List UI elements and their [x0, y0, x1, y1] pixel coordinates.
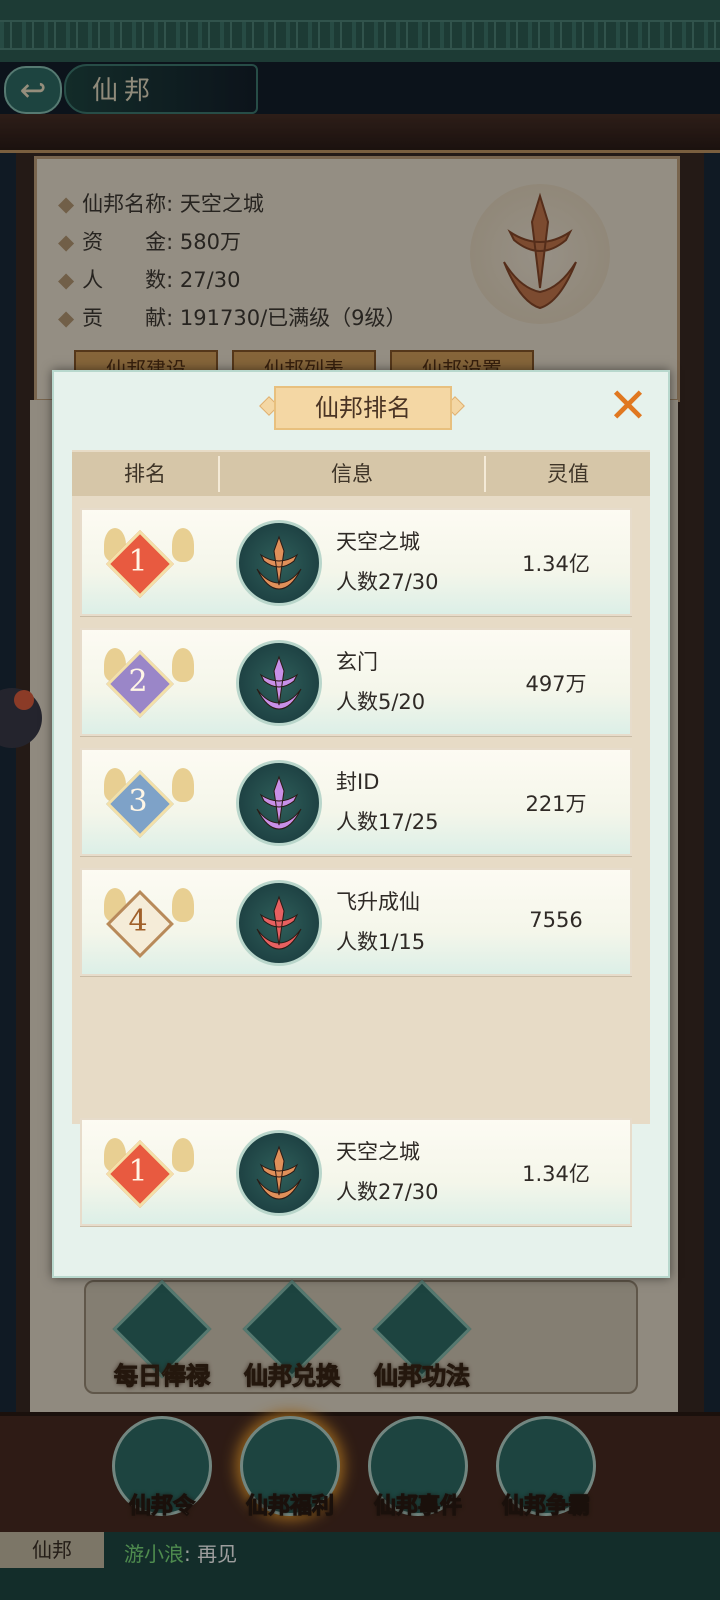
column-info: 信息	[331, 462, 373, 486]
clan-name: 飞升成仙	[336, 890, 420, 914]
column-rank: 排名	[124, 462, 166, 486]
clan-members: 人数17/25	[336, 810, 439, 834]
emblem-shape	[256, 535, 302, 590]
rank-number: 1	[128, 544, 148, 579]
table-row[interactable]: 1 天空之城人数27/30 1.34亿	[80, 508, 632, 616]
rank-badge: 3	[106, 770, 174, 838]
clan-spirit-value: 7556	[529, 908, 583, 932]
clan-spirit-value: 1.34亿	[522, 552, 590, 576]
clan-emblem-icon	[236, 880, 322, 966]
rank-number: 1	[128, 1154, 148, 1189]
column-value: 灵值	[547, 462, 589, 486]
clan-emblem-icon	[236, 1130, 322, 1216]
emblem-shape	[256, 1145, 302, 1200]
rank-number: 2	[128, 664, 148, 699]
clan-name: 玄门	[336, 650, 378, 674]
emblem-shape	[256, 895, 302, 950]
ranking-modal: 仙邦排名 ✕ 排名 信息 灵值 1 天空之城 人数27/30 1.34亿 2 玄门 人数5/…	[52, 370, 670, 1278]
clan-emblem-icon	[236, 520, 322, 606]
table-row[interactable]: 2 玄门人数5/20 497万	[80, 628, 632, 736]
badge-wing-icon	[172, 648, 194, 682]
emblem-shape	[256, 655, 302, 710]
rank-badge: 2	[106, 650, 174, 718]
rank-number: 3	[128, 784, 148, 819]
rank-badge: 4	[106, 890, 174, 958]
self-rank-row[interactable]: 1 天空之城人数27/30 1.34亿	[80, 1118, 632, 1226]
clan-name: 封ID	[336, 770, 380, 794]
badge-wing-icon	[172, 528, 194, 562]
clan-members: 人数5/20	[336, 690, 426, 714]
table-row[interactable]: 3 封ID 人数17/25 221万	[80, 748, 632, 856]
clan-spirit-value: 1.34亿	[522, 1162, 590, 1186]
rank-badge: 1	[106, 530, 174, 598]
table-header: 排名 信息 灵值	[72, 452, 650, 496]
badge-wing-icon	[172, 768, 194, 802]
badge-wing-icon	[172, 1138, 194, 1172]
clan-name: 天空之城	[336, 1140, 420, 1164]
clan-spirit-value: 497万	[525, 672, 587, 696]
rank-number: 4	[128, 904, 148, 939]
clan-members: 人数27/30	[336, 570, 439, 594]
clan-emblem-icon	[236, 760, 322, 846]
clan-name: 天空之城	[336, 530, 420, 554]
modal-title: 仙邦排名	[274, 386, 452, 430]
clan-emblem-icon	[236, 640, 322, 726]
badge-wing-icon	[172, 888, 194, 922]
clan-members: 人数1/15	[336, 930, 426, 954]
table-row[interactable]: 4 飞升成仙人数1/15 7556	[80, 868, 632, 976]
clan-spirit-value: 221万	[525, 792, 587, 816]
close-icon[interactable]: ✕	[602, 380, 654, 432]
clan-members: 人数27/30	[336, 1180, 439, 1204]
rank-badge: 1	[106, 1140, 174, 1208]
emblem-shape	[256, 775, 302, 830]
